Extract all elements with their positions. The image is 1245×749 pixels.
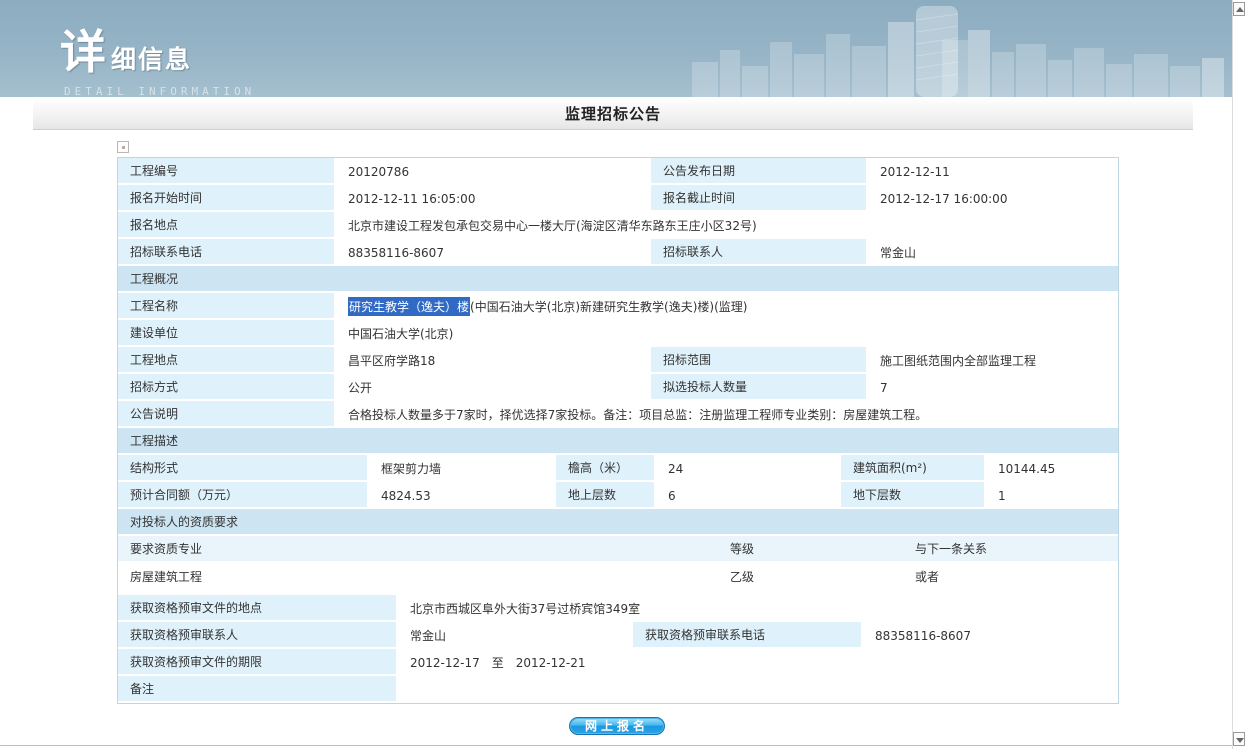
table-row: 获取资格预审联系人 常金山 获取资格预审联系电话 88358116-8607 <box>118 622 1118 649</box>
bottom-divider <box>0 745 1232 746</box>
value-cell: 1 <box>986 482 1118 509</box>
column-header: 与下一条关系 <box>903 536 1118 563</box>
column-header: 要求资质专业 <box>118 536 718 563</box>
scroll-up-button[interactable] <box>1233 2 1245 16</box>
page-title: 监理招标公告 <box>565 103 661 124</box>
label-cell: 建设单位 <box>118 320 336 347</box>
content-card: 监理招标公告 工程编号 20120786 公告发布日期 2012-12-11 报… <box>33 97 1193 749</box>
title-band: 监理招标公告 <box>33 97 1193 130</box>
table-row: 建设单位 中国石油大学(北京) <box>118 320 1118 347</box>
logo-subtitle: DETAIL INFORMATION <box>64 85 255 97</box>
value-cell: 2012-12-11 <box>868 158 1118 185</box>
table-row: 公告说明 合格投标人数量多于7家时，择优选择7家投标。备注：项目总监：注册监理工… <box>118 401 1118 428</box>
value-cell: 乙级 <box>718 563 903 590</box>
page-header-banner: 详 细信息 DETAIL INFORMATION <box>0 0 1232 97</box>
value-cell: 常金山 <box>398 622 633 649</box>
label-cell: 报名截止时间 <box>651 185 868 212</box>
label-cell: 招标方式 <box>118 374 336 401</box>
city-skyline-graphic <box>692 0 1232 97</box>
label-cell: 招标范围 <box>651 347 868 374</box>
logo-main-character: 详 <box>60 16 107 82</box>
value-cell: 框架剪力墙 <box>369 455 556 482</box>
table-row: 获取资格预审文件的地点 北京市西城区阜外大街37号过桥宾馆349室 <box>118 595 1118 622</box>
table-row: 备注 <box>118 676 1118 703</box>
label-cell: 公告发布日期 <box>651 158 868 185</box>
value-cell <box>398 676 1118 703</box>
section-header-project-description: 工程描述 <box>118 428 1118 455</box>
value-cell: 常金山 <box>868 239 1118 266</box>
label-cell: 招标联系电话 <box>118 239 336 266</box>
value-cell: 房屋建筑工程 <box>118 563 718 590</box>
label-cell: 地上层数 <box>556 482 656 509</box>
table-row: 工程编号 20120786 公告发布日期 2012-12-11 <box>118 158 1118 185</box>
label-cell: 建筑面积(m²) <box>841 455 986 482</box>
image-placeholder-icon <box>117 141 129 153</box>
label-cell: 公告说明 <box>118 401 336 428</box>
value-cell: 研究生教学（逸夫）楼(中国石油大学(北京)新建研究生教学(逸夫)楼)(监理) <box>336 293 1118 320</box>
label-cell: 招标联系人 <box>651 239 868 266</box>
label-cell: 获取资格预审文件的期限 <box>118 649 398 676</box>
value-cell: 2012-12-17 16:00:00 <box>868 185 1118 212</box>
value-cell: 7 <box>868 374 1118 401</box>
scroll-down-button[interactable] <box>1233 732 1245 746</box>
section-header-qualification: 对投标人的资质要求 <box>118 509 1118 536</box>
table-row: 工程名称 研究生教学（逸夫）楼(中国石油大学(北京)新建研究生教学(逸夫)楼)(… <box>118 293 1118 320</box>
tender-detail-table: 工程编号 20120786 公告发布日期 2012-12-11 报名开始时间 2… <box>117 157 1119 704</box>
label-cell: 檐高（米） <box>556 455 656 482</box>
value-cell: 2012-12-11 16:05:00 <box>336 185 651 212</box>
table-row: 招标联系电话 88358116-8607 招标联系人 常金山 <box>118 239 1118 266</box>
value-cell: 88358116-8607 <box>863 622 1118 649</box>
value-cell: 4824.53 <box>369 482 556 509</box>
label-cell: 结构形式 <box>118 455 369 482</box>
value-cell: 24 <box>656 455 841 482</box>
label-cell: 备注 <box>118 676 398 703</box>
value-cell: 北京市西城区阜外大街37号过桥宾馆349室 <box>398 595 1118 622</box>
label-cell: 工程地点 <box>118 347 336 374</box>
arrow-up-icon <box>1236 7 1244 12</box>
label-cell: 拟选投标人数量 <box>651 374 868 401</box>
label-cell: 预计合同额（万元） <box>118 482 369 509</box>
vertical-scrollbar[interactable] <box>1232 0 1245 749</box>
table-row: 报名开始时间 2012-12-11 16:05:00 报名截止时间 2012-1… <box>118 185 1118 212</box>
value-cell: 6 <box>656 482 841 509</box>
site-logo: 详 细信息 DETAIL INFORMATION <box>60 16 255 97</box>
label-cell: 报名地点 <box>118 212 336 239</box>
selected-text: 研究生教学（逸夫）楼 <box>348 297 470 316</box>
table-row: 工程地点 昌平区府学路18 招标范围 施工图纸范围内全部监理工程 <box>118 347 1118 374</box>
arrow-down-icon <box>1236 738 1244 743</box>
value-cell: 或者 <box>903 563 1118 590</box>
value-cell: 中国石油大学(北京) <box>336 320 1118 347</box>
table-row: 预计合同额（万元） 4824.53 地上层数 6 地下层数 1 <box>118 482 1118 509</box>
project-name-rest: (中国石油大学(北京)新建研究生教学(逸夫)楼)(监理) <box>470 298 747 315</box>
table-row: 获取资格预审文件的期限 2012-12-17 至 2012-12-21 <box>118 649 1118 676</box>
section-header-project-overview: 工程概况 <box>118 266 1118 293</box>
label-cell: 获取资格预审文件的地点 <box>118 595 398 622</box>
value-cell: 昌平区府学路18 <box>336 347 651 374</box>
value-cell: 2012-12-17 至 2012-12-21 <box>398 649 1118 676</box>
label-cell: 地下层数 <box>841 482 986 509</box>
table-row: 结构形式 框架剪力墙 檐高（米） 24 建筑面积(m²) 10144.45 <box>118 455 1118 482</box>
table-row: 报名地点 北京市建设工程发包承包交易中心一楼大厅(海淀区清华东路东王庄小区32号… <box>118 212 1118 239</box>
value-cell: 施工图纸范围内全部监理工程 <box>868 347 1118 374</box>
table-row: 招标方式 公开 拟选投标人数量 7 <box>118 374 1118 401</box>
label-cell: 工程编号 <box>118 158 336 185</box>
value-cell: 合格投标人数量多于7家时，择优选择7家投标。备注：项目总监：注册监理工程师专业类… <box>336 401 1118 428</box>
logo-rest-characters: 细信息 <box>111 40 192 76</box>
label-cell: 工程名称 <box>118 293 336 320</box>
value-cell: 88358116-8607 <box>336 239 651 266</box>
value-cell: 10144.45 <box>986 455 1118 482</box>
value-cell: 20120786 <box>336 158 651 185</box>
label-cell: 获取资格预审联系人 <box>118 622 398 649</box>
value-cell: 公开 <box>336 374 651 401</box>
label-cell: 获取资格预审联系电话 <box>633 622 863 649</box>
value-cell: 北京市建设工程发包承包交易中心一楼大厅(海淀区清华东路东王庄小区32号) <box>336 212 1118 239</box>
qualification-header-row: 要求资质专业 等级 与下一条关系 <box>118 536 1118 563</box>
column-header: 等级 <box>718 536 903 563</box>
label-cell: 报名开始时间 <box>118 185 336 212</box>
online-register-button[interactable]: 网上报名 <box>569 717 665 735</box>
qualification-data-row: 房屋建筑工程 乙级 或者 <box>118 563 1118 590</box>
